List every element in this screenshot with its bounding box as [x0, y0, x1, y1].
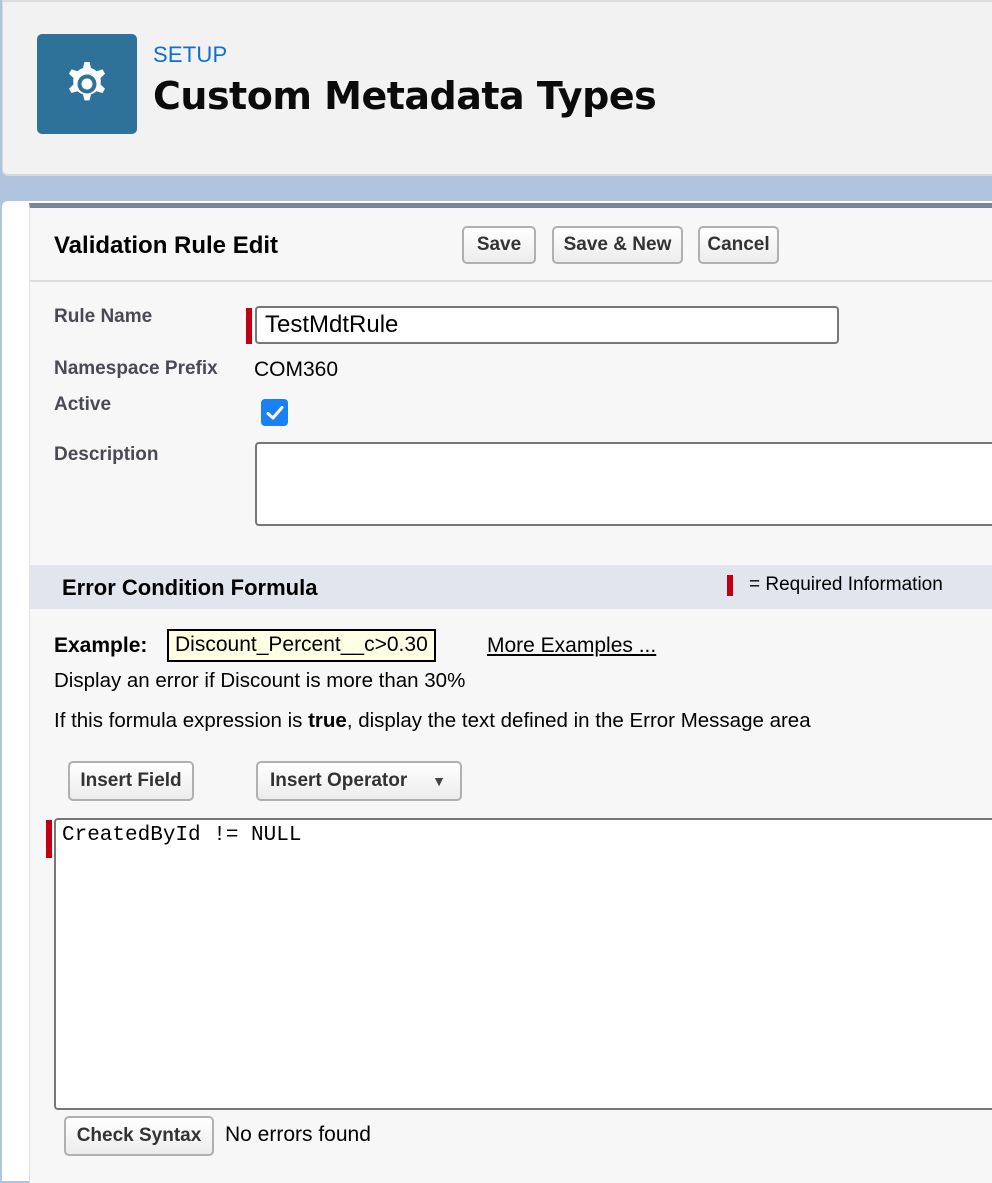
syntax-status: No errors found: [225, 1123, 371, 1146]
validation-rule-edit-panel: Validation Rule Edit Save Save & New Can…: [29, 203, 992, 1183]
rule-name-label: Rule Name: [54, 306, 153, 327]
dropdown-caret-icon: ▼: [432, 773, 446, 789]
formula-required-indicator: [46, 820, 52, 858]
insert-field-button[interactable]: Insert Field: [68, 761, 194, 801]
namespace-prefix-value: COM360: [254, 358, 339, 381]
more-examples-link[interactable]: More Examples ...: [487, 634, 656, 658]
section-title: Error Condition Formula: [62, 575, 318, 600]
instruction-prefix: If this formula expression is: [54, 709, 309, 732]
description-textarea[interactable]: [255, 442, 992, 526]
header-kicker: SETUP: [153, 42, 228, 67]
required-legend: = Required Information: [727, 574, 943, 596]
example-label: Example:: [54, 634, 148, 657]
active-checkbox[interactable]: [261, 399, 288, 426]
save-button[interactable]: Save: [462, 226, 536, 264]
example-description: Display an error if Discount is more tha…: [54, 669, 466, 692]
namespace-prefix-label: Namespace Prefix: [54, 358, 218, 379]
panel-title: Validation Rule Edit: [54, 232, 279, 259]
error-condition-section-header: Error Condition Formula = Required Infor…: [30, 565, 992, 609]
header-divider: [30, 280, 992, 282]
page-header: SETUP Custom Metadata Types: [2, 0, 992, 176]
formula-instruction: If this formula expression is true, disp…: [54, 709, 811, 733]
formula-editor[interactable]: CreatedById != NULL: [54, 818, 992, 1110]
save-and-new-button[interactable]: Save & New: [552, 226, 683, 264]
rule-name-input[interactable]: [255, 306, 839, 344]
instruction-bold: true: [308, 709, 347, 732]
cancel-button[interactable]: Cancel: [698, 226, 779, 264]
required-marker: [727, 574, 733, 596]
example-formula: Discount_Percent__c>0.30: [167, 629, 436, 662]
insert-operator-label: Insert Operator: [270, 770, 408, 791]
required-indicator: [246, 308, 252, 344]
active-label: Active: [54, 394, 112, 415]
checkmark-icon: [266, 405, 283, 419]
gear-icon: [69, 62, 105, 101]
instruction-suffix: , display the text defined in the Error …: [346, 709, 811, 732]
setup-gear-icon: [37, 34, 137, 134]
page-title: Custom Metadata Types: [153, 74, 657, 118]
description-label: Description: [54, 444, 159, 465]
required-legend-text: = Required Information: [749, 574, 943, 595]
check-syntax-button[interactable]: Check Syntax: [64, 1116, 214, 1156]
insert-operator-button[interactable]: Insert Operator ▼: [256, 761, 462, 801]
